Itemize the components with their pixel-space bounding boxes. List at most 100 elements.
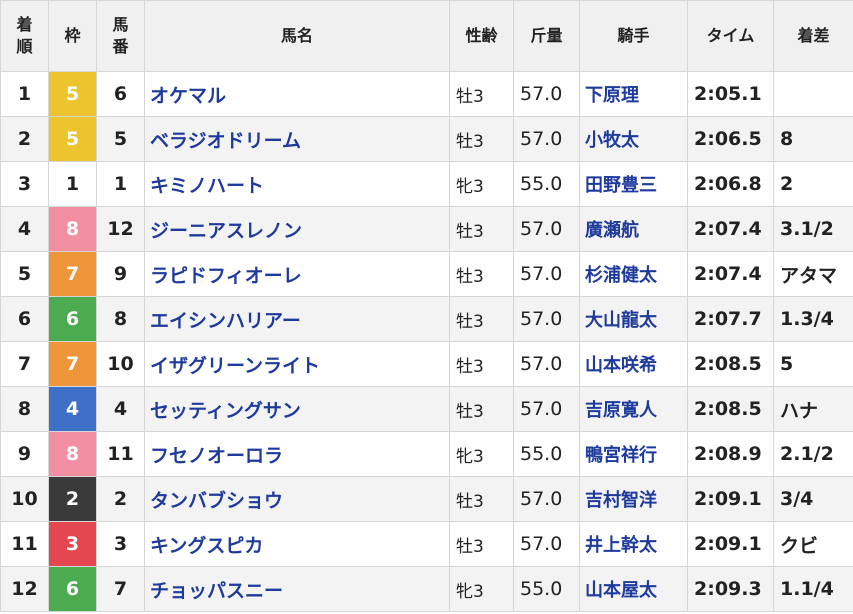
margin-cell: 1.1/4 — [773, 566, 853, 612]
horse-name-link[interactable]: ベラジオドリーム — [144, 116, 450, 162]
waku-badge: 1 — [48, 161, 97, 207]
horse-name-link[interactable]: エイシンハリアー — [144, 296, 450, 342]
time-cell: 2:06.5 — [687, 116, 774, 162]
table-row[interactable]: 5 7 9 ラピドフィオーレ 牡3 57.0 杉浦健太 2:07.4 アタマ — [0, 251, 853, 297]
jockey-name-link[interactable]: 鴨宮祥行 — [579, 431, 688, 477]
jockey-name-link[interactable]: 吉村智洋 — [579, 476, 688, 522]
sex-age-cell: 牡3 — [449, 71, 514, 117]
jockey-name-link[interactable]: 山本咲希 — [579, 341, 688, 387]
table-row[interactable]: 3 1 1 キミノハート 牝3 55.0 田野豊三 2:06.8 2 — [0, 161, 853, 207]
table-row[interactable]: 9 8 11 フセノオーロラ 牝3 55.0 鴨宮祥行 2:08.9 2.1/2 — [0, 431, 853, 477]
table-row[interactable]: 1 5 6 オケマル 牡3 57.0 下原理 2:05.1 — [0, 71, 853, 117]
jockey-name-link[interactable]: 大山龍太 — [579, 296, 688, 342]
time-cell: 2:05.1 — [687, 71, 774, 117]
margin-cell: 3.1/2 — [773, 206, 853, 252]
header-horse-number: 馬番 — [96, 0, 145, 72]
time-cell: 2:06.8 — [687, 161, 774, 207]
header-horse-name: 馬名 — [144, 0, 450, 72]
horse-number-cell: 1 — [96, 161, 145, 207]
waku-badge: 6 — [48, 566, 97, 612]
horse-name-link[interactable]: チョッパスニー — [144, 566, 450, 612]
header-weight: 斤量 — [513, 0, 580, 72]
horse-number-cell: 3 — [96, 521, 145, 567]
results-header: 着順 枠 馬番 馬名 性齢 斤量 騎手 タイム 着差 — [0, 0, 853, 72]
table-row[interactable]: 8 4 4 セッティングサン 牡3 57.0 吉原寛人 2:08.5 ハナ — [0, 386, 853, 432]
sex-age-cell: 牝3 — [449, 161, 514, 207]
header-margin: 着差 — [773, 0, 853, 72]
margin-cell: ハナ — [773, 386, 853, 432]
horse-name-link[interactable]: ジーニアスレノン — [144, 206, 450, 252]
waku-badge: 3 — [48, 521, 97, 567]
sex-age-cell: 牡3 — [449, 296, 514, 342]
horse-number-cell: 11 — [96, 431, 145, 477]
weight-cell: 55.0 — [513, 431, 580, 477]
time-cell: 2:09.1 — [687, 521, 774, 567]
margin-cell: クビ — [773, 521, 853, 567]
sex-age-cell: 牡3 — [449, 341, 514, 387]
horse-name-link[interactable]: ラピドフィオーレ — [144, 251, 450, 297]
horse-number-cell: 10 — [96, 341, 145, 387]
race-results-table: 着順 枠 馬番 馬名 性齢 斤量 騎手 タイム 着差 1 5 6 オケマル 牡3 57.0… — [0, 0, 853, 612]
weight-cell: 57.0 — [513, 296, 580, 342]
weight-cell: 57.0 — [513, 386, 580, 432]
sex-age-cell: 牡3 — [449, 476, 514, 522]
jockey-name-link[interactable]: 廣瀬航 — [579, 206, 688, 252]
horse-name-link[interactable]: キミノハート — [144, 161, 450, 207]
weight-cell: 57.0 — [513, 521, 580, 567]
table-row[interactable]: 2 5 5 ベラジオドリーム 牡3 57.0 小牧太 2:06.5 8 — [0, 116, 853, 162]
table-row[interactable]: 11 3 3 キングスピカ 牡3 57.0 井上幹太 2:09.1 クビ — [0, 521, 853, 567]
horse-name-link[interactable]: タンバブショウ — [144, 476, 450, 522]
waku-badge: 2 — [48, 476, 97, 522]
time-cell: 2:07.4 — [687, 206, 774, 252]
jockey-name-link[interactable]: 井上幹太 — [579, 521, 688, 567]
header-sex-age: 性齢 — [449, 0, 514, 72]
sex-age-cell: 牝3 — [449, 431, 514, 477]
margin-cell: 2.1/2 — [773, 431, 853, 477]
margin-cell: 5 — [773, 341, 853, 387]
table-row[interactable]: 4 8 12 ジーニアスレノン 牡3 57.0 廣瀬航 2:07.4 3.1/2 — [0, 206, 853, 252]
waku-badge: 5 — [48, 116, 97, 162]
sex-age-cell: 牡3 — [449, 521, 514, 567]
rank-cell: 1 — [0, 71, 49, 117]
rank-cell: 12 — [0, 566, 49, 612]
jockey-name-link[interactable]: 下原理 — [579, 71, 688, 117]
table-row[interactable]: 12 6 7 チョッパスニー 牝3 55.0 山本屋太 2:09.3 1.1/4 — [0, 566, 853, 612]
horse-name-link[interactable]: イザグリーンライト — [144, 341, 450, 387]
sex-age-cell: 牡3 — [449, 206, 514, 252]
table-row[interactable]: 10 2 2 タンバブショウ 牡3 57.0 吉村智洋 2:09.1 3/4 — [0, 476, 853, 522]
header-jockey: 騎手 — [579, 0, 688, 72]
jockey-name-link[interactable]: 田野豊三 — [579, 161, 688, 207]
jockey-name-link[interactable]: 山本屋太 — [579, 566, 688, 612]
sex-age-cell: 牡3 — [449, 386, 514, 432]
horse-name-link[interactable]: キングスピカ — [144, 521, 450, 567]
sex-age-cell: 牡3 — [449, 251, 514, 297]
rank-cell: 4 — [0, 206, 49, 252]
margin-cell: アタマ — [773, 251, 853, 297]
weight-cell: 57.0 — [513, 206, 580, 252]
horse-number-cell: 12 — [96, 206, 145, 252]
horse-name-link[interactable]: フセノオーロラ — [144, 431, 450, 477]
horse-number-cell: 2 — [96, 476, 145, 522]
rank-cell: 2 — [0, 116, 49, 162]
weight-cell: 57.0 — [513, 476, 580, 522]
jockey-name-link[interactable]: 杉浦健太 — [579, 251, 688, 297]
jockey-name-link[interactable]: 小牧太 — [579, 116, 688, 162]
horse-name-link[interactable]: オケマル — [144, 71, 450, 117]
header-rank: 着順 — [0, 0, 49, 72]
rank-cell: 8 — [0, 386, 49, 432]
horse-name-link[interactable]: セッティングサン — [144, 386, 450, 432]
horse-number-cell: 4 — [96, 386, 145, 432]
table-row[interactable]: 6 6 8 エイシンハリアー 牡3 57.0 大山龍太 2:07.7 1.3/4 — [0, 296, 853, 342]
weight-cell: 57.0 — [513, 116, 580, 162]
time-cell: 2:09.3 — [687, 566, 774, 612]
header-time: タイム — [687, 0, 774, 72]
jockey-name-link[interactable]: 吉原寛人 — [579, 386, 688, 432]
time-cell: 2:09.1 — [687, 476, 774, 522]
waku-badge: 4 — [48, 386, 97, 432]
waku-badge: 8 — [48, 431, 97, 477]
waku-badge: 5 — [48, 71, 97, 117]
time-cell: 2:07.7 — [687, 296, 774, 342]
horse-number-cell: 6 — [96, 71, 145, 117]
table-row[interactable]: 7 7 10 イザグリーンライト 牡3 57.0 山本咲希 2:08.5 5 — [0, 341, 853, 387]
rank-cell: 7 — [0, 341, 49, 387]
